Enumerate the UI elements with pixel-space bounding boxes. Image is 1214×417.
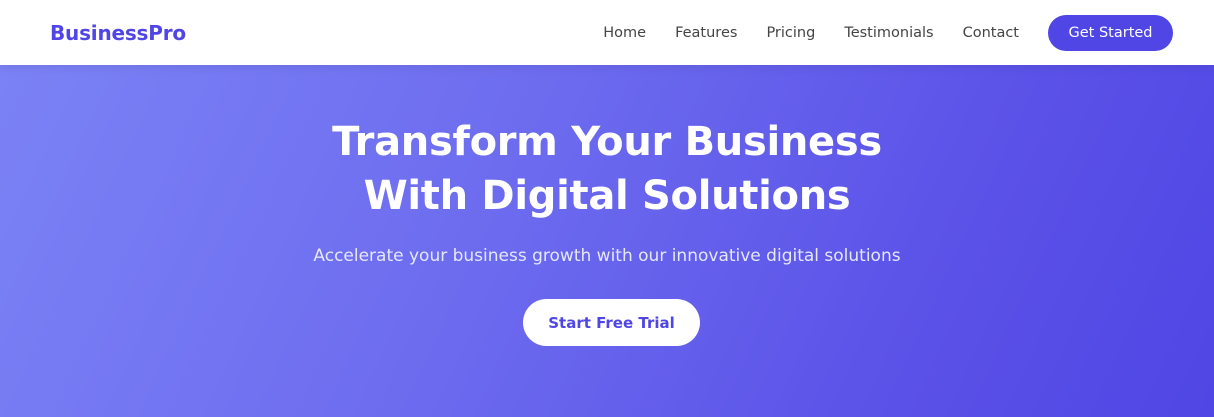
hero-title-line-1: Transform Your Business xyxy=(332,119,882,165)
start-free-trial-button[interactable]: Start Free Trial xyxy=(523,299,700,346)
main-nav: Home Features Pricing Testimonials Conta… xyxy=(603,0,1173,65)
top-navbar: BusinessPro Home Features Pricing Testim… xyxy=(0,0,1214,65)
nav-link-pricing[interactable]: Pricing xyxy=(766,25,815,41)
nav-link-features[interactable]: Features xyxy=(675,25,737,41)
hero-title: Transform Your Business With Digital Sol… xyxy=(0,115,1214,223)
brand-logo[interactable]: BusinessPro xyxy=(50,21,186,45)
nav-link-contact[interactable]: Contact xyxy=(963,25,1019,41)
hero-title-line-2: With Digital Solutions xyxy=(363,173,851,219)
get-started-button[interactable]: Get Started xyxy=(1048,14,1173,51)
hero-subtitle: Accelerate your business growth with our… xyxy=(313,246,901,266)
nav-link-home[interactable]: Home xyxy=(603,25,646,41)
nav-link-testimonials[interactable]: Testimonials xyxy=(844,25,933,41)
hero-section: Transform Your Business With Digital Sol… xyxy=(0,65,1214,417)
